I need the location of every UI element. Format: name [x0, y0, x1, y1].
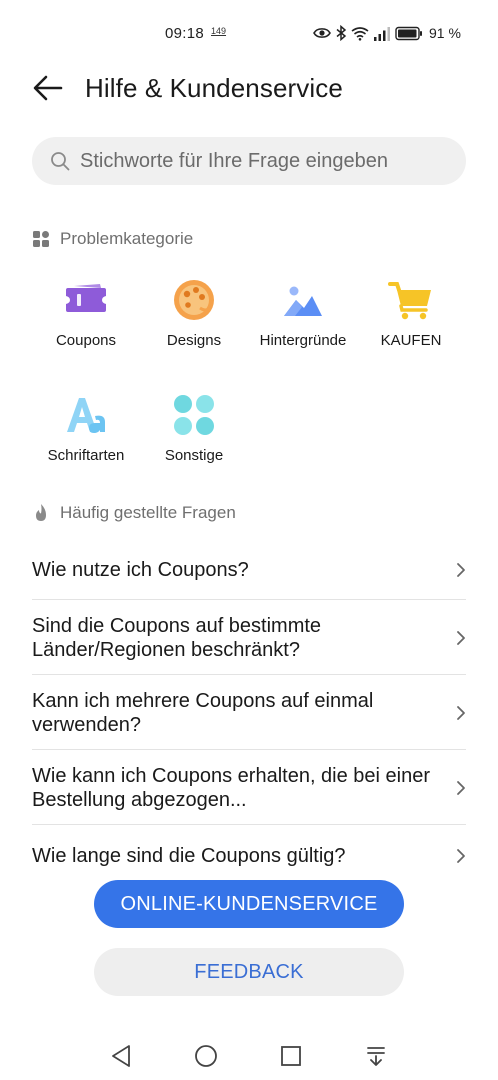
faq-section-title: Häufig gestellte Fragen [60, 503, 236, 522]
battery-percentage: 91 % [429, 25, 461, 41]
category-label: Designs [166, 332, 222, 349]
cart-icon [387, 276, 435, 324]
category-other[interactable]: Sonstige [141, 391, 247, 465]
wifi-icon [351, 26, 369, 41]
system-nav-bar [0, 1030, 498, 1080]
search-input[interactable] [80, 149, 450, 173]
category-label: Schriftarten [47, 447, 125, 464]
category-fonts[interactable]: Schriftarten [33, 391, 139, 465]
category-grid-icon [33, 231, 49, 247]
nav-home-button[interactable] [192, 1042, 220, 1070]
category-backgrounds[interactable]: Hintergründe [250, 276, 356, 350]
faq-question: Sind die Coupons auf bestimmte Länder/Re… [32, 615, 322, 661]
palette-icon [170, 276, 218, 324]
header: Hilfe & Kundenservice [0, 60, 498, 116]
nav-notification-button[interactable] [362, 1042, 390, 1070]
coupon-icon [62, 276, 110, 324]
divider [32, 749, 466, 750]
bluetooth-icon [336, 25, 347, 41]
chevron-right-icon [446, 780, 466, 796]
category-label: KAUFEN [380, 332, 442, 349]
category-buy[interactable]: KAUFEN [358, 276, 464, 350]
chevron-right-icon [446, 562, 466, 578]
status-bar: 09:18 149 91 % [0, 0, 498, 68]
faq-question: Wie kann ich Coupons erhalten, die bei e… [32, 765, 431, 811]
font-icon [62, 391, 110, 439]
image-icon [279, 276, 327, 324]
nav-recents-button[interactable] [277, 1042, 305, 1070]
search-bar[interactable] [32, 137, 466, 185]
flame-icon [36, 504, 46, 521]
feedback-button[interactable]: FEEDBACK [94, 948, 404, 996]
faq-item[interactable]: Kann ich mehrere Coupons auf einmal verw… [32, 683, 466, 743]
categories-section-header: Problemkategorie [32, 229, 193, 249]
arrow-left-icon [33, 75, 63, 101]
faq-question: Wie lange sind die Coupons gültig? [32, 845, 346, 867]
category-label: Coupons [55, 332, 117, 349]
category-coupons[interactable]: Coupons [33, 276, 139, 350]
grid-icon [170, 391, 218, 439]
pull-down-icon [367, 1047, 385, 1066]
back-button[interactable] [28, 70, 68, 106]
faq-item[interactable]: Wie nutze ich Coupons? [32, 544, 466, 596]
status-subtext: 149 [211, 26, 227, 36]
eye-icon [313, 28, 331, 38]
categories-section-title: Problemkategorie [60, 229, 194, 248]
online-service-button[interactable]: ONLINE-KUNDENSERVICE [94, 880, 404, 928]
status-time: 09:18 [165, 25, 205, 42]
chevron-right-icon [446, 705, 466, 721]
faq-section-header: Häufig gestellte Fragen [32, 503, 236, 523]
battery-icon [395, 26, 422, 40]
divider [32, 599, 466, 600]
category-label: Sonstige [164, 447, 224, 464]
faq-item[interactable]: Wie kann ich Coupons erhalten, die bei e… [32, 758, 466, 818]
page-title: Hilfe & Kundenservice [85, 73, 343, 103]
divider [32, 824, 466, 825]
faq-item[interactable]: Wie lange sind die Coupons gültig? [32, 832, 466, 880]
search-icon [51, 152, 70, 171]
chevron-right-icon [446, 848, 466, 864]
faq-question: Wie nutze ich Coupons? [32, 559, 249, 581]
faq-question: Kann ich mehrere Coupons auf einmal verw… [32, 690, 374, 736]
circle-home-icon [195, 1045, 217, 1067]
triangle-back-icon [112, 1045, 130, 1067]
faq-item[interactable]: Sind die Coupons auf bestimmte Länder/Re… [32, 608, 466, 668]
signal-icon [374, 26, 390, 41]
square-recents-icon [281, 1046, 301, 1066]
status-icons: 91 % [313, 22, 461, 44]
chevron-right-icon [446, 630, 466, 646]
category-designs[interactable]: Designs [141, 276, 247, 350]
divider [32, 674, 466, 675]
nav-back-button[interactable] [107, 1042, 135, 1070]
category-label: Hintergründe [259, 332, 347, 349]
